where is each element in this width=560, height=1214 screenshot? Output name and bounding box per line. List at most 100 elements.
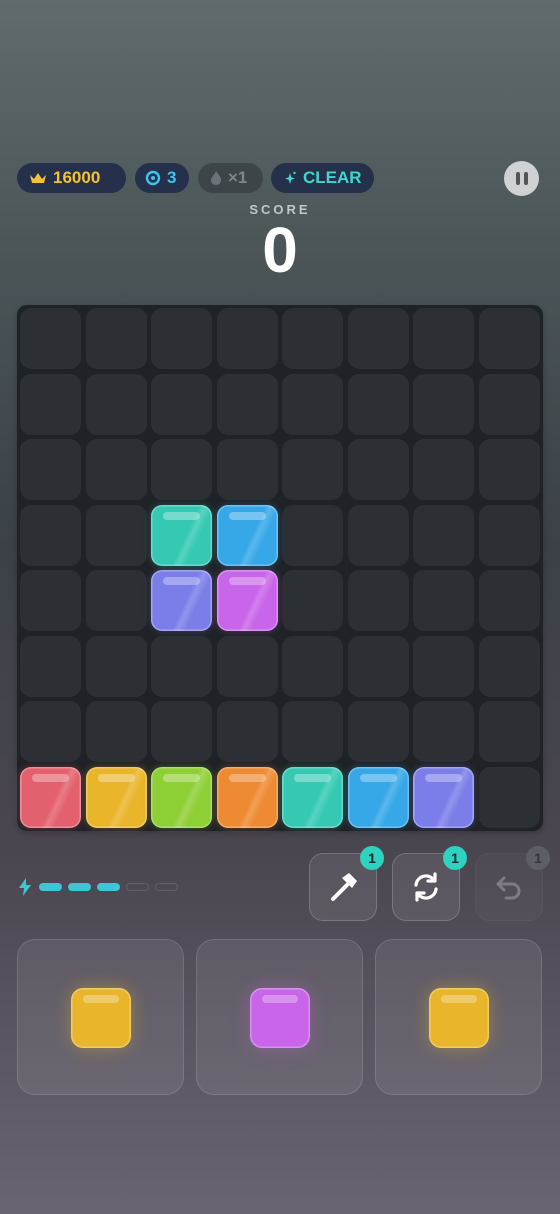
refresh-button[interactable]: 1 xyxy=(392,846,467,921)
board-cell-teal[interactable] xyxy=(151,504,212,566)
board-cell-yellow[interactable] xyxy=(85,766,147,828)
board-cell-empty[interactable] xyxy=(282,373,343,435)
pause-icon xyxy=(515,172,520,185)
crown-icon xyxy=(30,173,46,183)
board-cell-empty[interactable] xyxy=(85,308,147,369)
board-cell-empty[interactable] xyxy=(20,439,81,500)
board-cell-empty[interactable] xyxy=(216,439,278,500)
board-cell-empty[interactable] xyxy=(85,701,147,762)
board-cell-empty[interactable] xyxy=(347,439,409,500)
board-cell-empty[interactable] xyxy=(20,570,81,631)
gems-value: 3 xyxy=(167,168,177,187)
board-cell-empty[interactable] xyxy=(478,766,540,828)
board-cell-empty[interactable] xyxy=(151,308,212,369)
board-cell-empty[interactable] xyxy=(151,701,212,762)
combo-pill: ×1 xyxy=(198,163,263,193)
board-cell-empty[interactable] xyxy=(282,635,343,697)
board-cell-empty[interactable] xyxy=(347,373,409,435)
piece-slot-1[interactable] xyxy=(17,939,184,1095)
board-cell-empty[interactable] xyxy=(85,373,147,435)
board-cell-empty[interactable] xyxy=(413,635,474,697)
board-cell-teal[interactable] xyxy=(282,766,343,828)
hammer-icon xyxy=(331,873,357,901)
energy-segment xyxy=(97,883,120,891)
energy-segment xyxy=(68,883,91,891)
board-cell-empty[interactable] xyxy=(20,373,81,435)
board-cell-empty[interactable] xyxy=(478,439,540,500)
gems-pill: 3 xyxy=(135,163,189,193)
clear-pill[interactable]: CLEAR xyxy=(271,163,374,193)
board-cell-empty[interactable] xyxy=(413,439,474,500)
board-cell-empty[interactable] xyxy=(478,570,540,631)
board-cell-empty[interactable] xyxy=(478,504,540,566)
board-cell-violet[interactable] xyxy=(216,570,278,631)
board-cell-empty[interactable] xyxy=(85,635,147,697)
piece-block[interactable] xyxy=(71,988,131,1048)
energy-segment xyxy=(155,883,178,891)
undo-button[interactable]: 1 xyxy=(475,846,550,921)
clear-label: CLEAR xyxy=(303,168,362,187)
energy-segment xyxy=(39,883,62,891)
piece-slot-3[interactable] xyxy=(375,939,542,1095)
board-cell-empty[interactable] xyxy=(85,570,147,631)
gem-icon xyxy=(145,170,161,186)
board-cell-empty[interactable] xyxy=(282,439,343,500)
best-score-value: 16000 xyxy=(53,168,101,187)
score-value: 0 xyxy=(262,214,298,286)
board-cell-indigo[interactable] xyxy=(413,766,474,828)
board-cell-empty[interactable] xyxy=(413,308,474,369)
pause-button[interactable] xyxy=(504,161,539,196)
piece-block[interactable] xyxy=(429,988,489,1048)
refresh-count-badge: 1 xyxy=(443,846,467,870)
board-cell-empty[interactable] xyxy=(85,504,147,566)
board-cell-empty[interactable] xyxy=(347,701,409,762)
board-cell-blue[interactable] xyxy=(347,766,409,828)
sparkle-icon xyxy=(285,171,296,184)
board-cell-empty[interactable] xyxy=(347,570,409,631)
board-cell-empty[interactable] xyxy=(216,635,278,697)
energy-meter xyxy=(17,876,178,898)
refresh-icon xyxy=(414,872,438,902)
board-cell-empty[interactable] xyxy=(282,308,343,369)
board-cell-empty[interactable] xyxy=(282,570,343,631)
board-cell-empty[interactable] xyxy=(151,373,212,435)
board-cell-indigo[interactable] xyxy=(151,570,212,631)
board-cell-empty[interactable] xyxy=(20,701,81,762)
board-cell-green[interactable] xyxy=(151,766,212,828)
board-cell-empty[interactable] xyxy=(151,635,212,697)
board-cell-empty[interactable] xyxy=(413,373,474,435)
board-cell-red[interactable] xyxy=(20,766,81,828)
board-cell-empty[interactable] xyxy=(20,635,81,697)
board-cell-blue[interactable] xyxy=(216,504,278,566)
board-cell-empty[interactable] xyxy=(282,701,343,762)
piece-slot-2[interactable] xyxy=(196,939,363,1095)
board-cell-empty[interactable] xyxy=(151,439,212,500)
best-score-pill: 16000 xyxy=(17,163,126,193)
energy-segment xyxy=(126,883,149,891)
board-cell-empty[interactable] xyxy=(347,635,409,697)
top-hud: 16000 3 ×1 CLEAR xyxy=(17,161,543,196)
board-cell-empty[interactable] xyxy=(216,701,278,762)
board-cell-empty[interactable] xyxy=(478,308,540,369)
board-cell-empty[interactable] xyxy=(85,439,147,500)
board-cell-empty[interactable] xyxy=(413,570,474,631)
board-cell-empty[interactable] xyxy=(20,308,81,369)
board-cell-empty[interactable] xyxy=(347,504,409,566)
board-cell-empty[interactable] xyxy=(478,635,540,697)
piece-block[interactable] xyxy=(250,988,310,1048)
board-cell-empty[interactable] xyxy=(216,373,278,435)
board-cell-empty[interactable] xyxy=(478,373,540,435)
board-cell-empty[interactable] xyxy=(282,504,343,566)
board-cell-empty[interactable] xyxy=(216,308,278,369)
board-cell-empty[interactable] xyxy=(413,701,474,762)
board-cell-empty[interactable] xyxy=(413,504,474,566)
board-cell-orange[interactable] xyxy=(216,766,278,828)
board-cell-empty[interactable] xyxy=(347,308,409,369)
combo-value: ×1 xyxy=(228,168,248,187)
board-cell-empty[interactable] xyxy=(478,701,540,762)
lightning-icon xyxy=(19,878,31,896)
game-board[interactable] xyxy=(17,305,543,831)
undo-icon xyxy=(496,876,521,900)
board-cell-empty[interactable] xyxy=(20,504,81,566)
hammer-button[interactable]: 1 xyxy=(309,846,384,921)
